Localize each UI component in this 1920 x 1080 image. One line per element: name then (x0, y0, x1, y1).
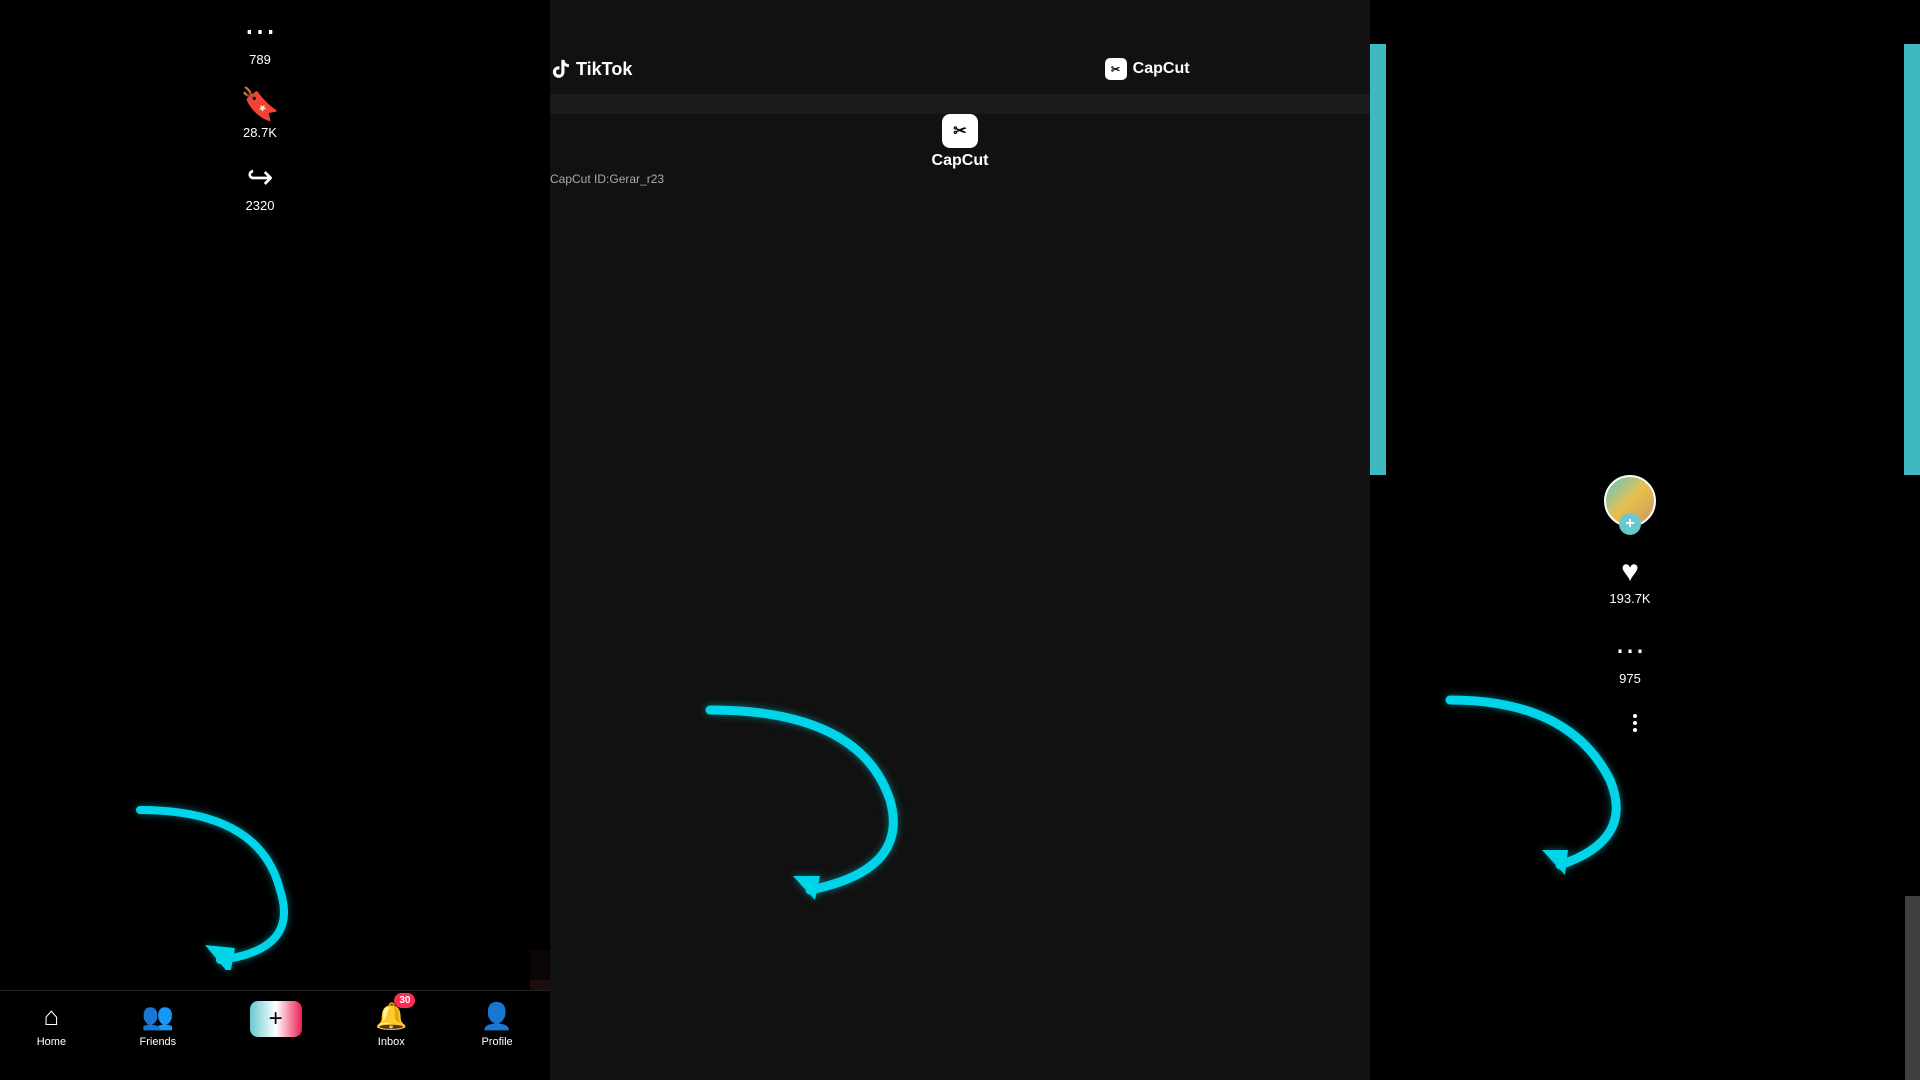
comment-count-3: 975 (1619, 671, 1641, 686)
tab-home-label: Home (37, 1036, 66, 1048)
tab-home[interactable]: ⌂ Home (37, 1001, 66, 1048)
comment-icon: ⋯ (244, 12, 276, 50)
avatar-wrap-3: + (1604, 475, 1656, 527)
like-count-3: 193.7K (1609, 591, 1650, 606)
phone2-capcut-share: ‹ TikTok ✕ ✂ CapCut ✂ CapCut CapCut (550, 0, 1370, 1080)
follow-button-3[interactable]: + (1619, 513, 1641, 535)
comment-action[interactable]: ⋯ 789 (244, 12, 276, 67)
tab-inbox[interactable]: 🔔 Inbox 30 (375, 1001, 407, 1048)
phone3-capcut-template: ‹ Me as a Barbie + ♥ 193.7K ⋯ 975 (1370, 0, 1920, 1080)
profile-icon: 👤 (481, 1001, 513, 1032)
dots-action-3[interactable] (1623, 714, 1637, 732)
comment-count: 789 (249, 52, 271, 67)
add-icon: + (269, 1005, 283, 1033)
content-area-2: ✂ CapCut CapCut ID:Gerar_r23 Me as a Bar… (550, 94, 1370, 1080)
tab-inbox-label: Inbox (378, 1036, 405, 1048)
bookmark-action[interactable]: 🔖 28.7K (240, 85, 280, 140)
friends-icon: 👥 (142, 1001, 174, 1032)
bookmark-count: 28.7K (243, 125, 277, 140)
like-action-3[interactable]: ♥ 193.7K (1609, 555, 1650, 606)
tab-profile-label: Profile (481, 1036, 512, 1048)
capcut-label: ✂ CapCut CapCut ID:Gerar_r23 (550, 114, 1370, 1080)
share-icon: ↪ (247, 158, 274, 196)
add-button[interactable]: + (250, 1001, 302, 1037)
comment-icon-3: ⋯ (1615, 634, 1645, 669)
tab-bar: ⌂ Home 👥 Friends + 🔔 Inbox 30 👤 Profile (0, 990, 550, 1080)
phone1-tiktok-feed: 12:56 ▐▐▐ ▲ ⬜ LIVE Following For You 🔍 M… (0, 0, 550, 1080)
share-action[interactable]: ↪ 2320 (246, 158, 275, 213)
status-bar-3: ‹ (1370, 0, 1920, 44)
comment-action-3[interactable]: ⋯ 975 (1615, 634, 1645, 686)
action-buttons: + ♥ 779.8K ⋯ 789 🔖 28.7K ↪ 2320 (0, 0, 535, 950)
bookmark-icon: 🔖 (240, 85, 280, 123)
tab-friends-label: Friends (140, 1036, 177, 1048)
more-dots-icon (1633, 714, 1637, 732)
home-icon: ⌂ (44, 1001, 60, 1032)
tiktok-capcut-header: TikTok ✕ ✂ CapCut (550, 44, 1370, 94)
tab-add[interactable]: + (250, 1001, 302, 1037)
tab-profile[interactable]: 👤 Profile (481, 1001, 513, 1048)
inbox-badge: 30 (394, 993, 415, 1008)
heart-icon-3: ♥ (1621, 555, 1639, 589)
tiktok-text: TikTok (576, 59, 632, 80)
capcut-big-icon: ✂ (942, 114, 978, 148)
actions-3: + ♥ 193.7K ⋯ 975 (1370, 475, 1905, 1080)
capcut-brand-name: CapCut (932, 152, 989, 170)
capcut-logo-icon: ✂ (1105, 58, 1127, 80)
tiktok-icon (550, 58, 572, 80)
share-count: 2320 (246, 198, 275, 213)
capcut-id: CapCut ID:Gerar_r23 (550, 172, 1370, 1080)
tab-friends[interactable]: 👥 Friends (140, 1001, 177, 1048)
capcut-text: CapCut (1133, 60, 1190, 78)
